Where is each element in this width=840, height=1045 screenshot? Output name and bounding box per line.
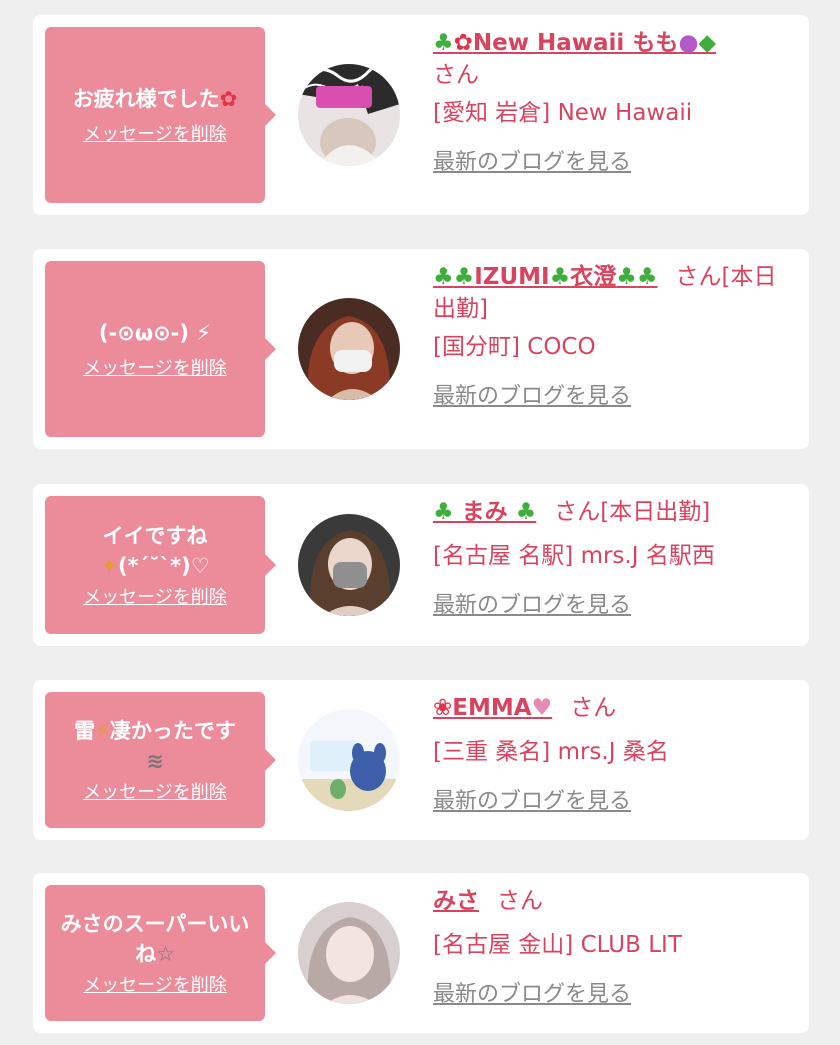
list-item: イイですね ✦(*´˘`*)♡ メッセージを削除 ♣ まみ ♣ さん[本日出勤] … bbox=[33, 484, 809, 646]
message-text: 雷⚡凄かったです ≋ bbox=[74, 719, 236, 773]
cactus-icon: ♣ bbox=[549, 264, 571, 290]
delete-message-link[interactable]: メッセージを削除 bbox=[83, 782, 227, 804]
list-item: みさのスーパーいいね☆ メッセージを削除 みさ さん [名古屋 金山] CLUB … bbox=[33, 873, 809, 1033]
rose-icon: ❀ bbox=[433, 695, 453, 721]
cactus-icon: ♣ bbox=[433, 264, 454, 290]
san-label: さん bbox=[570, 695, 617, 721]
clover-icon: ♣ bbox=[515, 499, 537, 525]
message-text: イイですね ✦(*´˘`*)♡ bbox=[100, 524, 210, 578]
lightning-icon: ⚡ bbox=[95, 719, 110, 743]
avatar[interactable] bbox=[298, 902, 400, 1004]
cast-name-line: ❀EMMA♥ さん bbox=[433, 692, 783, 724]
list-item: 雷⚡凄かったです ≋ メッセージを削除 ❀EMMA♥ さん [三重 桑名] mrs… bbox=[33, 680, 809, 840]
list-item: お疲れ様でした✿ メッセージを削除 ♣✿New Hawaii もも●◆ さん [… bbox=[33, 15, 809, 215]
avatar[interactable] bbox=[298, 64, 400, 166]
cast-name-line: ♣✿New Hawaii もも●◆ さん bbox=[433, 27, 783, 91]
delete-message-link[interactable]: メッセージを削除 bbox=[83, 124, 227, 146]
cast-info: ♣♣IZUMI♣衣澄♣♣ さん[本日出勤] [国分町] COCO 最新のブログを見… bbox=[433, 261, 783, 411]
message-text: お疲れ様でした✿ bbox=[72, 87, 238, 111]
shop-label: [名古屋 名駅] mrs.J 名駅西 bbox=[433, 543, 715, 569]
san-label: さん bbox=[433, 62, 479, 88]
shop-label: [国分町] COCO bbox=[433, 334, 596, 360]
message-bubble: お疲れ様でした✿ メッセージを削除 bbox=[45, 27, 276, 203]
cast-name-line: みさ さん bbox=[433, 885, 783, 917]
avatar[interactable] bbox=[298, 298, 400, 400]
hibiscus-icon: ✿ bbox=[453, 30, 473, 56]
latest-blog-link[interactable]: 最新のブログを見る bbox=[433, 788, 783, 816]
san-label: さん bbox=[497, 888, 543, 914]
clover-icon: ♣ bbox=[433, 499, 454, 525]
peach-icon: ● bbox=[678, 30, 699, 56]
turtle-icon: ◆ bbox=[698, 30, 717, 56]
sparkle-icon: ✦ bbox=[100, 554, 119, 578]
avatar[interactable] bbox=[298, 709, 400, 811]
star-icon: ☆ bbox=[156, 942, 175, 966]
shop-label: [名古屋 金山] CLUB LIT bbox=[433, 932, 682, 958]
message-list: お疲れ様でした✿ メッセージを削除 ♣✿New Hawaii もも●◆ さん [… bbox=[0, 0, 840, 1045]
latest-blog-link[interactable]: 最新のブログを見る bbox=[433, 981, 783, 1009]
list-item: (-⊙ω⊙-) ⚡ メッセージを削除 ♣♣IZUMI♣衣澄♣♣ さん[本日出勤] … bbox=[33, 249, 809, 449]
cast-name-line: ♣♣IZUMI♣衣澄♣♣ さん[本日出勤] bbox=[433, 261, 783, 325]
cast-name-link[interactable]: ♣✿New Hawaii もも●◆ bbox=[433, 30, 716, 56]
flower-icon: ✿ bbox=[219, 87, 238, 111]
cast-name-line: ♣ まみ ♣ さん[本日出勤] bbox=[433, 496, 783, 528]
avatar[interactable] bbox=[298, 514, 400, 616]
cast-info: ♣✿New Hawaii もも●◆ さん [愛知 岩倉] New Hawaii … bbox=[433, 27, 783, 177]
sparkle-icon: ⚡ bbox=[189, 321, 212, 345]
delete-message-link[interactable]: メッセージを削除 bbox=[83, 975, 227, 997]
cast-name-link[interactable]: ♣♣IZUMI♣衣澄♣♣ bbox=[433, 264, 657, 290]
message-text: みさのスーパーいいね☆ bbox=[60, 912, 250, 966]
cactus-icon: ♣ bbox=[616, 264, 637, 290]
message-bubble: みさのスーパーいいね☆ メッセージを削除 bbox=[45, 885, 276, 1021]
cactus-icon: ♣ bbox=[453, 264, 475, 290]
palm-tree-icon: ♣ bbox=[433, 30, 454, 56]
cast-info: みさ さん [名古屋 金山] CLUB LIT 最新のブログを見る bbox=[433, 885, 783, 1009]
shop-label: [三重 桑名] mrs.J 桑名 bbox=[433, 739, 669, 765]
shop-label: [愛知 岩倉] New Hawaii bbox=[433, 100, 693, 126]
delete-message-link[interactable]: メッセージを削除 bbox=[83, 587, 227, 609]
cast-name-link[interactable]: ❀EMMA♥ bbox=[433, 695, 552, 721]
pink-heart-icon: ♥ bbox=[531, 695, 553, 721]
message-bubble: イイですね ✦(*´˘`*)♡ メッセージを削除 bbox=[45, 496, 276, 634]
latest-blog-link[interactable]: 最新のブログを見る bbox=[433, 592, 783, 620]
latest-blog-link[interactable]: 最新のブログを見る bbox=[433, 383, 783, 411]
cast-info: ❀EMMA♥ さん [三重 桑名] mrs.J 桑名 最新のブログを見る bbox=[433, 692, 783, 816]
san-label: さん[本日出勤] bbox=[554, 499, 711, 525]
message-text: (-⊙ω⊙-) ⚡ bbox=[98, 321, 212, 345]
delete-message-link[interactable]: メッセージを削除 bbox=[83, 358, 227, 380]
dash-icon: ≋ bbox=[146, 749, 164, 773]
cactus-icon: ♣ bbox=[636, 264, 658, 290]
cast-info: ♣ まみ ♣ さん[本日出勤] [名古屋 名駅] mrs.J 名駅西 最新のブログ… bbox=[433, 496, 783, 620]
message-bubble: (-⊙ω⊙-) ⚡ メッセージを削除 bbox=[45, 261, 276, 437]
latest-blog-link[interactable]: 最新のブログを見る bbox=[433, 149, 783, 177]
message-bubble: 雷⚡凄かったです ≋ メッセージを削除 bbox=[45, 692, 276, 828]
cast-name-link[interactable]: みさ bbox=[433, 888, 479, 914]
cast-name-link[interactable]: ♣ まみ ♣ bbox=[433, 499, 536, 525]
